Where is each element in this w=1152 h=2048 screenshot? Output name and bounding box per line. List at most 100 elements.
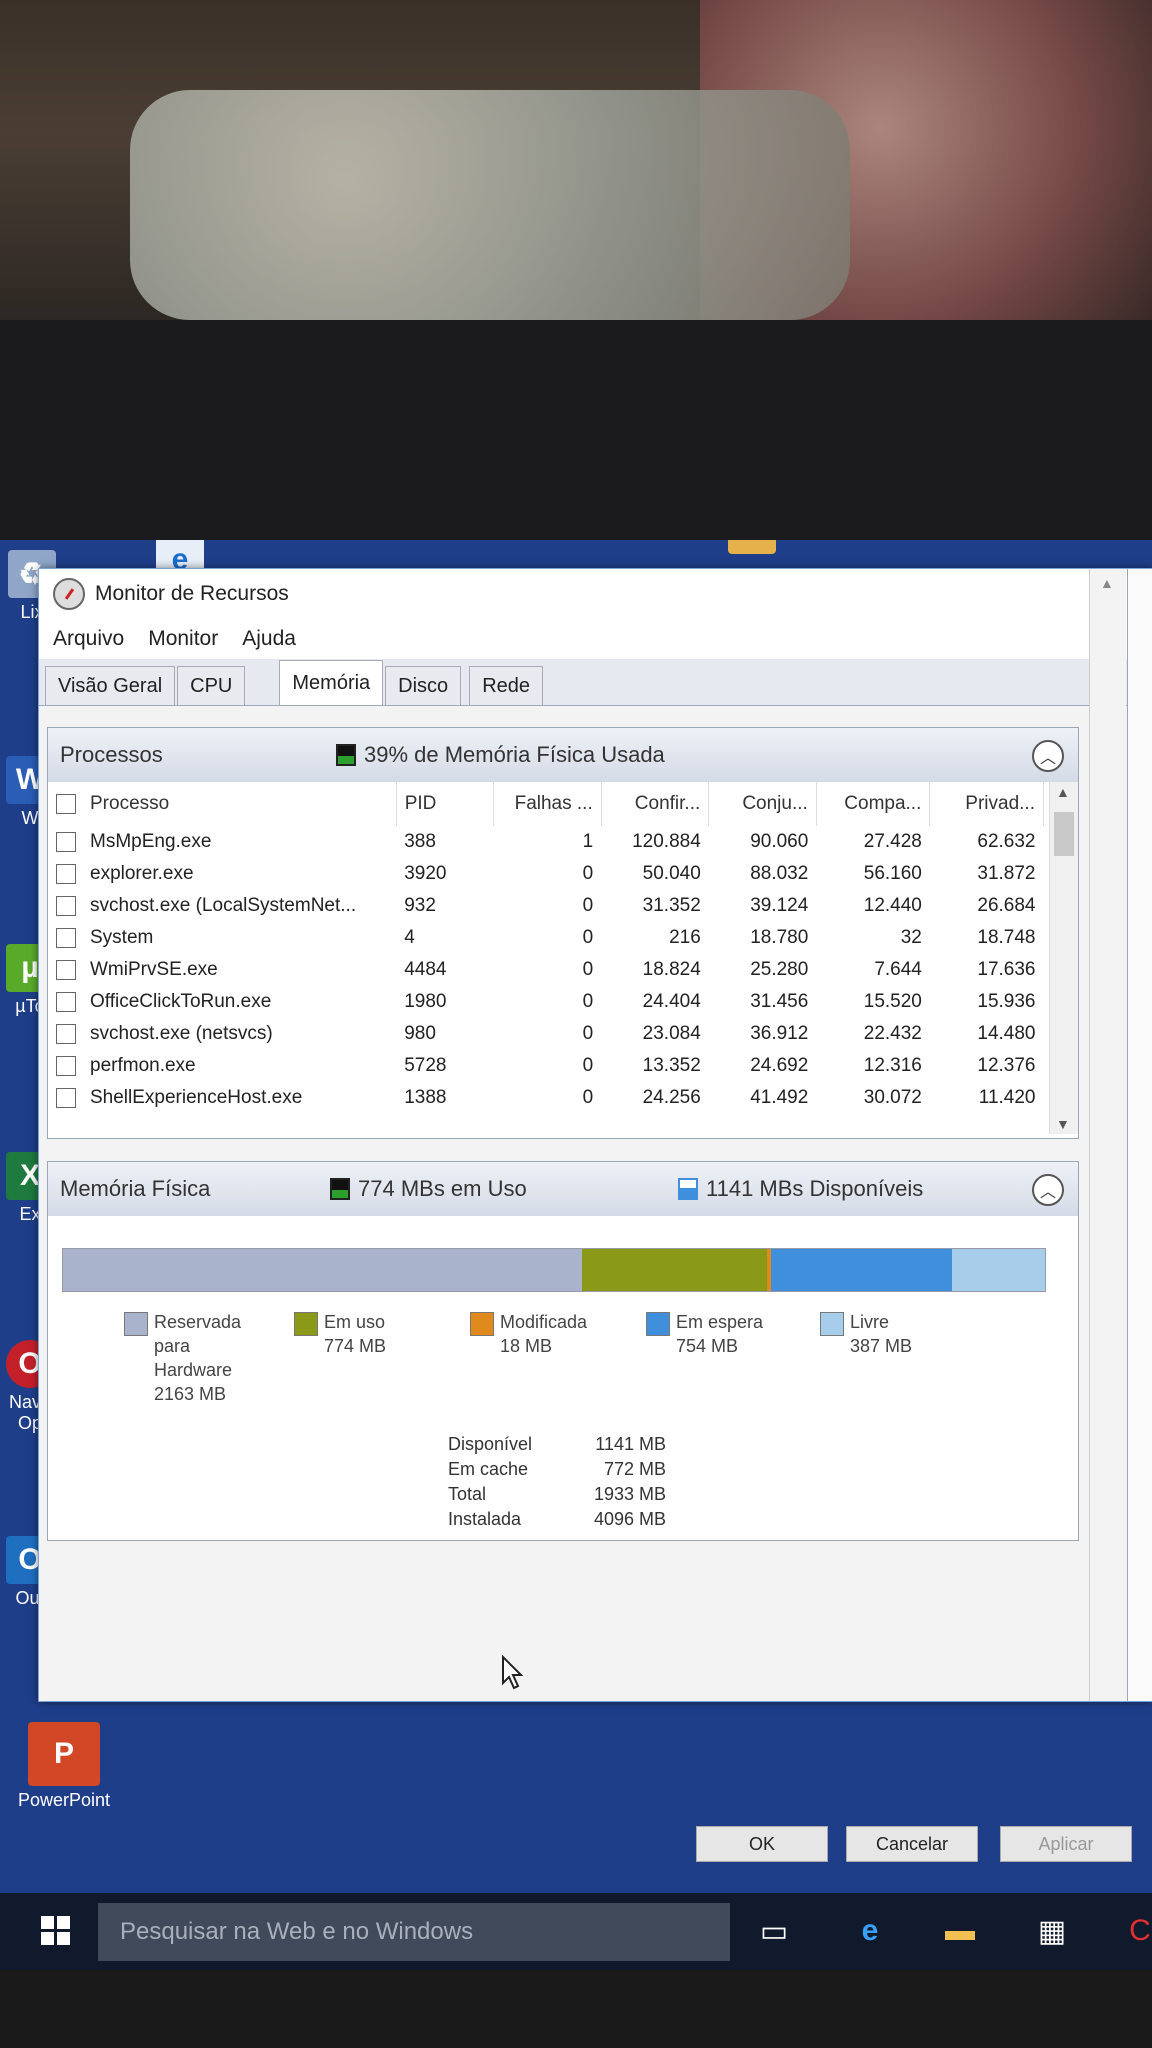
menu-arquivo[interactable]: Arquivo [53, 627, 124, 651]
cancel-button[interactable]: Cancelar [846, 1826, 978, 1862]
table-cell: 62.632 [977, 831, 1036, 852]
apply-button[interactable]: Aplicar [1000, 1826, 1132, 1862]
processes-header[interactable]: Processos 39% de Memória Física Usada ︿ [48, 728, 1078, 782]
desktop-icon-folder[interactable] [728, 540, 776, 558]
table-cell: 0 [582, 1055, 594, 1076]
process-name: svchost.exe (LocalSystemNet... [90, 895, 357, 916]
mouse-cursor-icon [502, 1655, 524, 1690]
title-bar[interactable]: Monitor de Recursos [39, 569, 1152, 619]
memory-usage-text: 39% de Memória Física Usada [364, 742, 665, 767]
processes-scrollbar[interactable]: ▲ ▼ [1049, 782, 1078, 1134]
ok-button[interactable]: OK [696, 1826, 828, 1862]
column-falhas[interactable]: Falhas ... [493, 782, 602, 826]
collapse-memory-button[interactable]: ︿ [1032, 1174, 1064, 1206]
right-panel [1127, 569, 1152, 1701]
tab-bar: Visão Geral CPU Memória Disco Rede [39, 659, 1152, 706]
legend-value: 774 MB [324, 1336, 387, 1356]
window-title: Monitor de Recursos [95, 582, 289, 605]
file-explorer-icon[interactable]: ▬ [938, 1909, 982, 1953]
legend-swatch [646, 1312, 670, 1336]
table-cell: 22.432 [863, 1023, 922, 1044]
column-processo[interactable]: Processo [48, 782, 397, 826]
table-row[interactable]: System 4 0 216 18.780 32 18.748 [48, 922, 1044, 954]
tab-rede[interactable]: Rede [469, 666, 543, 705]
tab-memoria[interactable]: Memória [279, 660, 384, 705]
tab-visao-geral[interactable]: Visão Geral [45, 666, 176, 705]
legend-label: Livre [850, 1312, 890, 1332]
row-checkbox[interactable] [56, 895, 76, 916]
tab-disco[interactable]: Disco [385, 666, 462, 705]
table-cell: 31.872 [977, 863, 1036, 884]
memory-summary: Disponível 1141 MB Em cache 772 MB Total 1933… [448, 1432, 666, 1532]
scroll-down-icon[interactable]: ▼ [1056, 1116, 1070, 1132]
legend-value: 754 MB [676, 1336, 739, 1356]
table-row[interactable]: svchost.exe (LocalSystemNet... 932 0 31.352… [48, 890, 1044, 922]
summary-label: Disponível [448, 1434, 533, 1454]
summary-row: Em cache 772 MB [448, 1457, 666, 1482]
menu-bar: Arquivo Monitor Ajuda [39, 619, 1152, 659]
table-cell: 12.316 [863, 1055, 922, 1076]
scrollbar-thumb[interactable] [1054, 812, 1074, 856]
scroll-up-icon[interactable]: ▲ [1056, 784, 1070, 800]
table-cell: 0 [582, 1087, 594, 1108]
windows-start-icon[interactable] [34, 1909, 78, 1953]
column-conjunto[interactable]: Conju... [708, 782, 817, 826]
menu-ajuda[interactable]: Ajuda [242, 627, 296, 651]
taskbar: Pesquisar na Web e no Windows ▭ e ▬ ▦ C [0, 1893, 1152, 1970]
opera-taskbar-icon[interactable]: C [1118, 1909, 1152, 1953]
select-all-checkbox[interactable] [56, 793, 76, 814]
row-checkbox[interactable] [56, 863, 76, 884]
row-checkbox[interactable] [56, 831, 76, 852]
row-checkbox[interactable] [56, 1087, 76, 1108]
summary-label: Instalada [448, 1509, 522, 1529]
store-icon[interactable]: ▦ [1030, 1909, 1074, 1953]
collapse-processes-button[interactable]: ︿ [1032, 740, 1064, 772]
table-row[interactable]: explorer.exe 3920 0 50.040 88.032 56.160 31.87… [48, 858, 1044, 890]
row-checkbox[interactable] [56, 959, 76, 980]
desktop-icon-powerpoint[interactable]: P PowerPoint [14, 1722, 114, 1811]
table-cell: 0 [582, 1023, 594, 1044]
table-row[interactable]: ShellExperienceHost.exe 1388 0 24.256 41.492… [48, 1082, 1044, 1114]
table-cell: 26.684 [977, 895, 1036, 916]
table-row[interactable]: MsMpEng.exe 388 1 120.884 90.060 27.428 62.632 [48, 826, 1044, 858]
memory-usage-icon [336, 744, 356, 766]
row-checkbox[interactable] [56, 1055, 76, 1076]
folder-icon [728, 540, 776, 554]
task-view-icon[interactable]: ▭ [752, 1909, 796, 1953]
physical-memory-header[interactable]: Memória Física 774 MBs em Uso 1141 MBs D… [48, 1162, 1078, 1216]
column-confirmado[interactable]: Confir... [601, 782, 710, 826]
row-checkbox[interactable] [56, 927, 76, 948]
edge-icon[interactable]: e [848, 1909, 892, 1953]
column-privado[interactable]: Privad... [929, 782, 1044, 826]
scroll-up-icon[interactable]: ▲ [1100, 575, 1114, 591]
summary-label: Total [448, 1484, 487, 1504]
table-cell: 32 [900, 927, 922, 948]
column-compartilhavel[interactable]: Compa... [816, 782, 931, 826]
process-name: svchost.exe (netsvcs) [90, 1023, 273, 1044]
tab-cpu[interactable]: CPU [177, 666, 246, 705]
row-checkbox[interactable] [56, 991, 76, 1012]
search-box[interactable]: Pesquisar na Web e no Windows [98, 1903, 730, 1961]
legend-swatch [820, 1312, 844, 1336]
table-cell: 932 [404, 895, 436, 916]
menu-monitor[interactable]: Monitor [148, 627, 218, 651]
window-scrollbar[interactable]: ▲ [1089, 569, 1126, 1701]
table-row[interactable]: svchost.exe (netsvcs) 980 0 23.084 36.912 22.… [48, 1018, 1044, 1050]
table-cell: 25.280 [750, 959, 809, 980]
table-cell: 15.520 [863, 991, 922, 1012]
summary-value: 1141 MB [595, 1434, 666, 1454]
table-row[interactable]: perfmon.exe 5728 0 13.352 24.692 12.316 12.376 [48, 1050, 1044, 1082]
processes-table: Processo PID Falhas ... Confir... Conju.… [48, 782, 1044, 1114]
table-row[interactable]: OfficeClickToRun.exe 1980 0 24.404 31.456 15.… [48, 986, 1044, 1018]
table-cell: 24.692 [750, 1055, 809, 1076]
row-checkbox[interactable] [56, 1023, 76, 1044]
monitor-bezel [0, 320, 1152, 540]
summary-row: Total 1933 MB [448, 1482, 666, 1507]
table-cell: 56.160 [863, 863, 922, 884]
table-cell: 1 [582, 831, 594, 852]
memory-legend-item: Modificada 18 MB [470, 1310, 640, 1358]
column-pid[interactable]: PID [396, 782, 495, 826]
table-cell: 0 [582, 863, 594, 884]
table-row[interactable]: WmiPrvSE.exe 4484 0 18.824 25.280 7.644 17.636 [48, 954, 1044, 986]
background-room [0, 0, 1152, 330]
